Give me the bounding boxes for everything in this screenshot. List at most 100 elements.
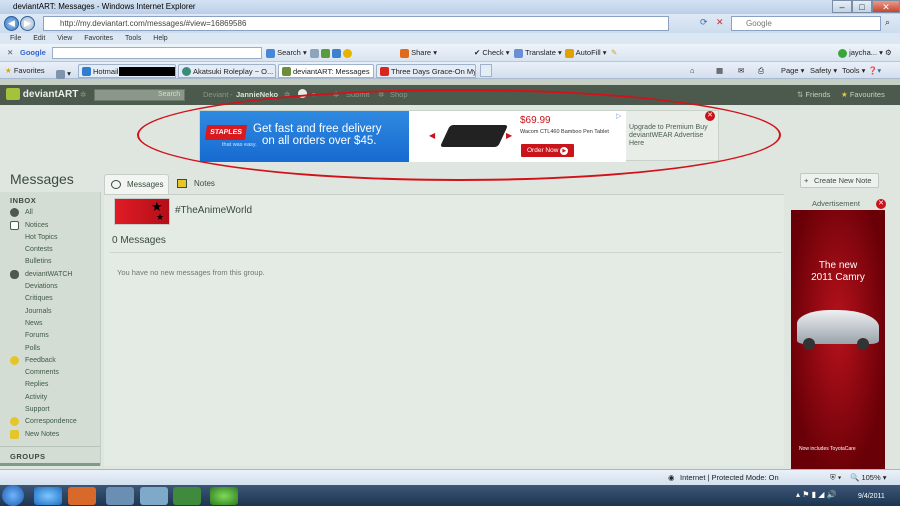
tab-youtube[interactable]: Three Days Grace-On My ...	[376, 64, 476, 78]
sidebar-item-news[interactable]: News	[25, 320, 43, 327]
print-icon[interactable]: ⎙	[758, 62, 764, 79]
sidebar-item-critiques[interactable]: Critiques	[25, 295, 53, 302]
forward-button[interactable]: ▶	[20, 16, 35, 31]
friends-icon: ⇅	[797, 90, 804, 99]
favorites-button[interactable]: ★ Favorites	[5, 62, 45, 79]
search-magnifier-icon[interactable]: ⌕	[885, 17, 890, 28]
feeds-icon[interactable]: ▦	[716, 62, 723, 79]
tab-messages[interactable]: Messages	[104, 174, 169, 194]
security-zone[interactable]: Internet | Protected Mode: On	[680, 470, 779, 486]
app-taskbar-icon[interactable]	[210, 487, 238, 505]
tab-akatsuki[interactable]: Akatsuki Roleplay ~ O...	[178, 64, 276, 78]
create-note-button[interactable]: + Create New Note	[800, 173, 879, 188]
start-button[interactable]	[2, 485, 24, 506]
favourites-link[interactable]: ★ Favourites	[841, 85, 885, 105]
sidebar-item-feedback[interactable]: Feedback	[25, 357, 56, 364]
tray-icons[interactable]: ▴ ⚑ ▮ ◢ 🔊	[796, 490, 837, 499]
messenger-taskbar-icon[interactable]	[173, 487, 201, 505]
translate-button[interactable]: Translate ▾	[514, 44, 562, 62]
sidebar-item-all[interactable]: All	[25, 209, 33, 216]
back-button[interactable]: ◀	[4, 16, 19, 31]
clock-date[interactable]: 9/4/2011	[858, 493, 885, 500]
sidebar-item-support[interactable]: Support	[25, 406, 50, 413]
sidebar-item-activity[interactable]: Activity	[25, 394, 47, 401]
autofill-button[interactable]: AutoFill ▾	[565, 44, 607, 62]
new-tab-button[interactable]	[480, 64, 492, 77]
google-search-input[interactable]	[52, 47, 262, 59]
toolbar-icons-group[interactable]	[310, 44, 353, 62]
explorer-taskbar-icon[interactable]	[106, 487, 134, 505]
close-side-ad-icon[interactable]: ✕	[876, 199, 886, 209]
google-account-button[interactable]: jaycha... ▾	[838, 44, 883, 62]
tools-menu[interactable]: Tools ▾	[842, 62, 865, 79]
sidebar-item-bulletins[interactable]: Bulletins	[25, 258, 51, 265]
group-name[interactable]: #TheAnimeWorld	[175, 205, 252, 216]
menu-favorites[interactable]: Favorites	[84, 35, 113, 42]
stop-icon[interactable]: ✕	[716, 17, 724, 28]
maximize-button[interactable]: □	[852, 0, 872, 13]
address-bar[interactable]: http://my.deviantart.com/messages/#view=…	[43, 16, 669, 31]
protected-mode-icon[interactable]: ⛨ ▾	[830, 470, 841, 486]
address-url: http://my.deviantart.com/messages/#view=…	[60, 19, 247, 28]
sidebar-item-comments[interactable]: Comments	[25, 369, 59, 376]
toolbar-close-icon[interactable]: ✕	[7, 44, 13, 62]
zoom-level[interactable]: 🔍 105% ▾	[850, 470, 886, 486]
google-search-button[interactable]: Search ▾	[266, 44, 307, 62]
group-item-selected[interactable]	[0, 463, 100, 466]
share-button[interactable]: Share ▾	[400, 44, 437, 62]
sidebar-item-hot-topics[interactable]: Hot Topics	[25, 234, 58, 241]
group-avatar[interactable]: ★ ★	[114, 198, 170, 225]
deviant-prefix: Deviant	[203, 90, 229, 99]
tab-hotmail[interactable]: Hotmail -	[78, 64, 176, 78]
camry-headline-1: The new	[818, 260, 858, 271]
menu-edit[interactable]: Edit	[33, 35, 45, 42]
menu-help[interactable]: Help	[153, 35, 167, 42]
close-window-button[interactable]: ✕	[872, 0, 900, 13]
groups-header: GROUPS	[10, 452, 46, 461]
sidebar-item-correspondence[interactable]: Correspondence	[25, 418, 77, 425]
da-logo-icon	[6, 88, 20, 101]
sidebar-item-polls[interactable]: Polls	[25, 345, 40, 352]
friends-link[interactable]: ⇅ Friends	[797, 85, 830, 105]
check-button[interactable]: ✔ Check ▾	[474, 44, 510, 62]
autofill-icon	[565, 48, 574, 58]
sidebar-item-journals[interactable]: Journals	[25, 308, 51, 315]
notification-icon	[343, 48, 353, 58]
safety-menu[interactable]: Safety ▾	[810, 62, 837, 79]
status-bar: ◉ Internet | Protected Mode: On ⛨ ▾ 🔍 10…	[0, 469, 900, 485]
favorites-star-icon: ★	[5, 66, 12, 75]
deviantart-logo[interactable]: deviantART	[6, 88, 78, 102]
sidebar-item-replies[interactable]: Replies	[25, 381, 48, 388]
wrench-icon[interactable]: ⚙	[885, 44, 892, 62]
watch-icon	[10, 270, 19, 279]
pictures-taskbar-icon[interactable]	[140, 487, 168, 505]
da-search-button[interactable]: Search	[158, 89, 180, 101]
da-gear-icon[interactable]: ✲	[80, 85, 86, 105]
sidebar-item-notices[interactable]: Notices	[25, 222, 48, 229]
page-title: Messages	[10, 171, 74, 187]
star-icon: ★	[841, 90, 848, 99]
tab-notes[interactable]: Notes	[172, 174, 227, 194]
menu-view[interactable]: View	[57, 35, 72, 42]
new-notes-icon	[10, 430, 19, 439]
highlighter-icon[interactable]: ✎	[611, 44, 617, 62]
sidebar-item-forums[interactable]: Forums	[25, 332, 49, 339]
sidebar-item-deviations[interactable]: Deviations	[25, 283, 58, 290]
media-player-taskbar-icon[interactable]	[68, 487, 96, 505]
camry-ad[interactable]: The new 2011 Camry Now includes ToyotaCa…	[791, 210, 885, 469]
search-box[interactable]: Google	[731, 16, 881, 31]
sidebar-item-new-notes[interactable]: New Notes	[25, 431, 59, 438]
menu-tools[interactable]: Tools	[125, 35, 141, 42]
tab-deviantart[interactable]: deviantART: Messages	[278, 64, 374, 78]
sidebar-item-deviantwatch[interactable]: deviantWATCH	[25, 271, 72, 278]
help-icon[interactable]: ❓▾	[868, 62, 881, 79]
page-menu[interactable]: Page ▾	[781, 62, 804, 79]
youtube-icon	[380, 67, 389, 76]
mail-icon[interactable]: ✉	[738, 62, 744, 79]
minimize-button[interactable]: –	[832, 0, 852, 13]
refresh-icon[interactable]: ⟳	[700, 17, 708, 28]
ie-taskbar-icon[interactable]	[34, 487, 62, 505]
sidebar-item-contests[interactable]: Contests	[25, 246, 53, 253]
menu-file[interactable]: File	[10, 35, 21, 42]
home-icon[interactable]: ⌂	[690, 62, 695, 79]
